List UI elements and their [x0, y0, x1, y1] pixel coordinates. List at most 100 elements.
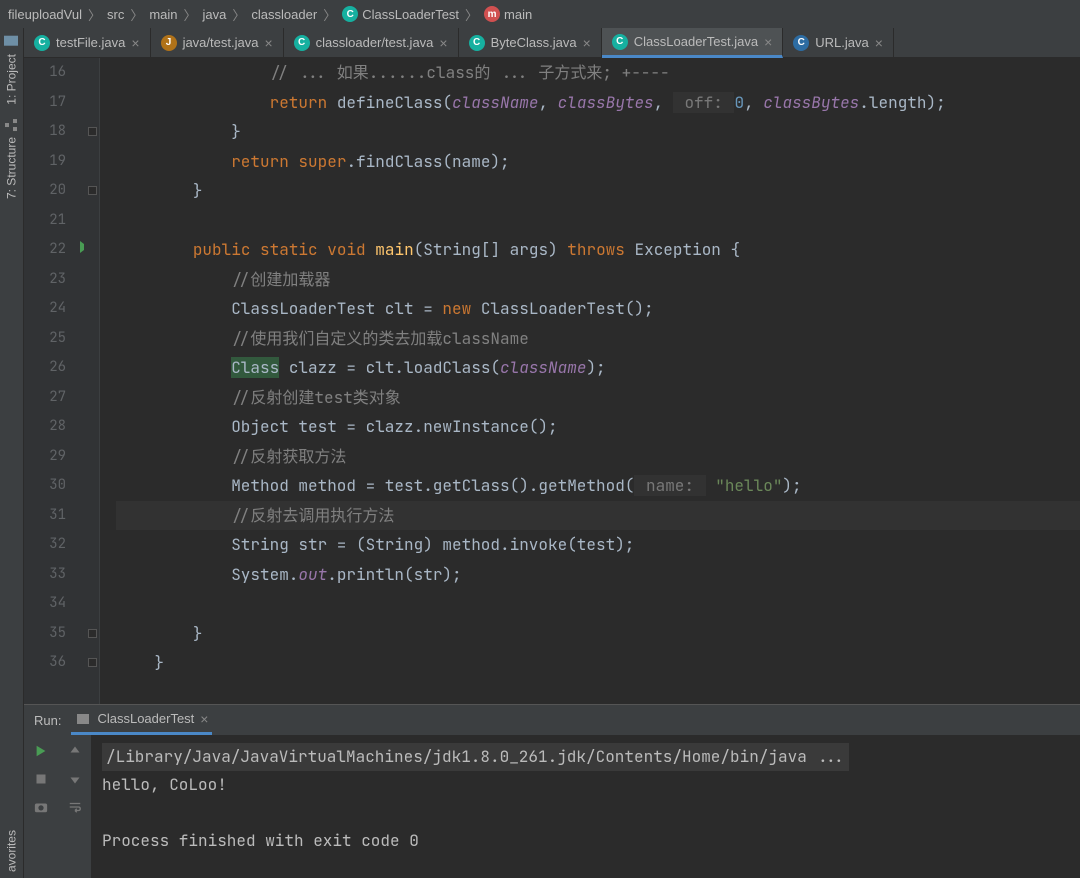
- line-number[interactable]: 20: [24, 176, 66, 206]
- line-number[interactable]: 16: [24, 58, 66, 88]
- play-icon: [34, 744, 48, 758]
- close-icon[interactable]: ×: [200, 711, 208, 727]
- fold-column[interactable]: [84, 58, 100, 704]
- chevron-right-icon: 〉: [184, 5, 197, 24]
- line-number[interactable]: 29: [24, 442, 66, 472]
- code-line[interactable]: //反射创建test类对象: [116, 383, 1080, 413]
- line-number[interactable]: 35: [24, 619, 66, 649]
- code-line[interactable]: ClassLoaderTest clt = new ClassLoaderTes…: [116, 294, 1080, 324]
- line-number[interactable]: 33: [24, 560, 66, 590]
- tab-label: ClassLoaderTest.java: [634, 34, 758, 49]
- project-tool-button[interactable]: 1: Project: [0, 28, 23, 111]
- file-icon: C: [612, 34, 628, 50]
- line-number[interactable]: 26: [24, 353, 66, 383]
- code-line[interactable]: }: [116, 619, 1080, 649]
- line-number[interactable]: 17: [24, 88, 66, 118]
- editor-tab[interactable]: C ClassLoaderTest.java ×: [602, 28, 783, 58]
- structure-tool-button[interactable]: 7: Structure: [0, 111, 23, 205]
- method-icon: m: [484, 6, 500, 22]
- fold-toggle[interactable]: [88, 658, 97, 667]
- editor-tab[interactable]: CtestFile.java ×: [24, 28, 151, 57]
- line-number[interactable]: 25: [24, 324, 66, 354]
- close-icon[interactable]: ×: [875, 35, 883, 51]
- code-line[interactable]: Class clazz = clt.loadClass(className);: [116, 353, 1080, 383]
- line-number[interactable]: 21: [24, 206, 66, 236]
- favorites-tool-button[interactable]: avorites: [0, 824, 23, 878]
- line-number[interactable]: 28: [24, 412, 66, 442]
- breadcrumb-item[interactable]: src: [107, 7, 124, 22]
- code-line[interactable]: //创建加载器: [116, 265, 1080, 295]
- file-icon: C: [34, 35, 50, 51]
- tab-label: ByteClass.java: [491, 35, 577, 50]
- close-icon[interactable]: ×: [439, 35, 447, 51]
- dump-button[interactable]: [33, 799, 49, 815]
- run-panel-header: Run: ClassLoaderTest ×: [24, 705, 1080, 735]
- up-stack-button[interactable]: [67, 743, 83, 759]
- file-icon: C: [294, 35, 310, 51]
- code-editor[interactable]: // ... 如果......class的 ... 子方式来; +---- re…: [100, 58, 1080, 704]
- code-line[interactable]: Object test = clazz.newInstance();: [116, 412, 1080, 442]
- tab-label: java/test.java: [183, 35, 259, 50]
- line-number[interactable]: 19: [24, 147, 66, 177]
- close-icon[interactable]: ×: [764, 34, 772, 50]
- code-line[interactable]: // ... 如果......class的 ... 子方式来; +----: [116, 58, 1080, 88]
- line-number[interactable]: 36: [24, 648, 66, 678]
- camera-icon: [34, 800, 48, 814]
- stop-button[interactable]: [33, 771, 49, 787]
- breadcrumb-item[interactable]: java: [203, 7, 227, 22]
- close-icon[interactable]: ×: [131, 35, 139, 51]
- line-number[interactable]: 22: [24, 235, 66, 265]
- code-line[interactable]: //使用我们自定义的类去加载className: [116, 324, 1080, 354]
- code-line[interactable]: Method method = test.getClass().getMetho…: [116, 471, 1080, 501]
- code-line[interactable]: //反射获取方法: [116, 442, 1080, 472]
- editor-tab[interactable]: Cclassloader/test.java×: [284, 28, 459, 57]
- code-line[interactable]: String str = (String) method.invoke(test…: [116, 530, 1080, 560]
- class-icon: C: [342, 6, 358, 22]
- fold-toggle[interactable]: [88, 127, 97, 136]
- soft-wrap-button[interactable]: [67, 799, 83, 815]
- code-line[interactable]: }: [116, 648, 1080, 678]
- run-config-tab[interactable]: ClassLoaderTest ×: [71, 705, 212, 735]
- close-icon[interactable]: ×: [583, 35, 591, 51]
- code-line[interactable]: }: [116, 176, 1080, 206]
- code-line[interactable]: //反射去调用执行方法: [116, 501, 1080, 531]
- line-number[interactable]: 32: [24, 530, 66, 560]
- editor-tab[interactable]: Jjava/test.java×: [151, 28, 284, 57]
- line-gutter[interactable]: 1617181920212223242526272829303132333435…: [24, 58, 84, 704]
- close-icon[interactable]: ×: [264, 35, 272, 51]
- editor-tab[interactable]: CByteClass.java×: [459, 28, 602, 57]
- code-line[interactable]: [116, 589, 1080, 619]
- chevron-right-icon: 〉: [130, 5, 143, 24]
- tab-label: testFile.java: [56, 35, 125, 50]
- code-line[interactable]: return defineClass(className, classBytes…: [116, 88, 1080, 118]
- breadcrumb-item[interactable]: classloader: [251, 7, 317, 22]
- editor-tab[interactable]: C URL.java ×: [783, 28, 894, 57]
- breadcrumb-item[interactable]: main: [149, 7, 177, 22]
- editor-area: 1617181920212223242526272829303132333435…: [24, 58, 1080, 704]
- line-number[interactable]: 31: [24, 501, 66, 531]
- arrow-down-icon: [69, 773, 81, 785]
- file-icon: C: [793, 35, 809, 51]
- breadcrumb-item[interactable]: C ClassLoaderTest: [342, 6, 459, 22]
- down-stack-button[interactable]: [67, 771, 83, 787]
- code-line[interactable]: }: [116, 117, 1080, 147]
- code-line[interactable]: public static void main(String[] args) t…: [116, 235, 1080, 265]
- run-toolbar-primary: [24, 735, 58, 878]
- line-number[interactable]: 27: [24, 383, 66, 413]
- line-number[interactable]: 30: [24, 471, 66, 501]
- line-number[interactable]: 18: [24, 117, 66, 147]
- code-line[interactable]: System.out.println(str);: [116, 560, 1080, 590]
- console-output[interactable]: /Library/Java/JavaVirtualMachines/jdk1.8…: [92, 735, 1080, 878]
- run-config-icon: [75, 711, 91, 727]
- tab-label: URL.java: [815, 35, 868, 50]
- code-line[interactable]: return super.findClass(name);: [116, 147, 1080, 177]
- fold-toggle[interactable]: [88, 186, 97, 195]
- breadcrumb-item[interactable]: m main: [484, 6, 532, 22]
- rerun-button[interactable]: [33, 743, 49, 759]
- line-number[interactable]: 34: [24, 589, 66, 619]
- line-number[interactable]: 23: [24, 265, 66, 295]
- breadcrumb-item[interactable]: fileuploadVul: [8, 7, 82, 22]
- fold-toggle[interactable]: [88, 629, 97, 638]
- code-line[interactable]: [116, 206, 1080, 236]
- line-number[interactable]: 24: [24, 294, 66, 324]
